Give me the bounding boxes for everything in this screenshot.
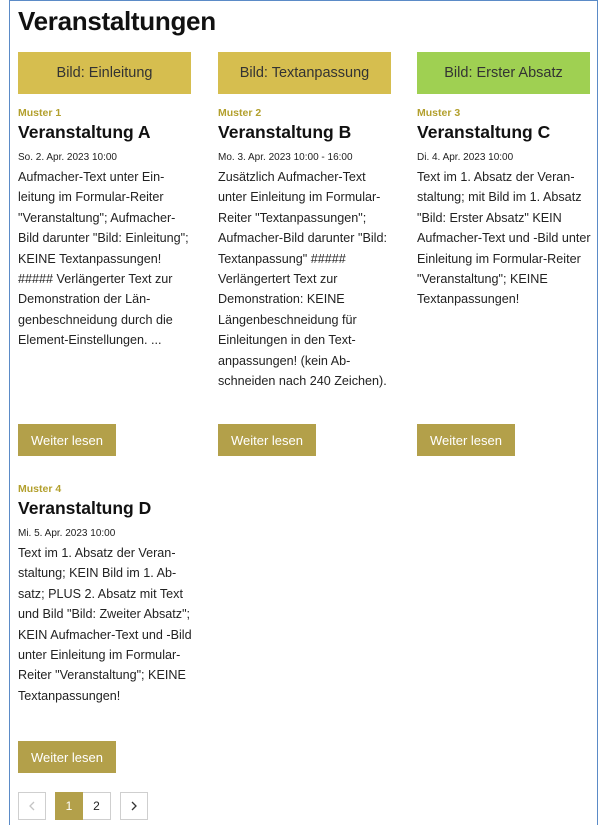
pagination-page-1[interactable]: 1 [55,792,83,820]
pagination-page-2[interactable]: 2 [83,792,111,820]
event-date: So. 2. Apr. 2023 10:00 [18,152,117,163]
read-more-button[interactable]: Weiter lesen [18,741,116,773]
page-title: Veranstaltungen [18,6,216,36]
event-teaser: Zusätzlich Aufmacher-Text unter Einleitu… [218,170,387,389]
event-image-placeholder: Bild: Textanpassung [218,52,391,94]
event-pattern-label: Muster 2 [218,107,262,119]
pagination: 1 2 [18,792,148,820]
event-pattern-label: Muster 1 [18,107,62,119]
pagination-next-button[interactable] [120,792,148,820]
pagination-prev-button[interactable] [18,792,46,820]
event-date: Mo. 3. Apr. 2023 10:00 - 16:00 [218,152,353,163]
read-more-button[interactable]: Weiter lesen [218,424,316,456]
read-more-button[interactable]: Weiter lesen [18,424,116,456]
event-pattern-label: Muster 3 [417,107,461,119]
event-title[interactable]: Veranstaltung A [18,121,196,143]
event-title[interactable]: Veranstaltung C [417,121,595,143]
event-title[interactable]: Veranstaltung D [18,497,196,519]
event-card: Bild: Textanpassung Muster 2 Veranstaltu… [218,52,396,391]
event-teaser: Text im 1. Absatz der Veran­staltung; mi… [417,170,591,307]
chevron-left-icon [29,801,35,811]
event-date: Di. 4. Apr. 2023 10:00 [417,152,514,163]
event-teaser: Aufmacher-Text unter Ein­leitung im Form… [18,170,189,348]
event-card: Bild: Einleitung Muster 1 Veranstaltung … [18,52,196,351]
event-card: Bild: Erster Absatz Muster 3 Veranstaltu… [417,52,595,310]
event-image-placeholder: Bild: Erster Absatz [417,52,590,94]
event-pattern-label: Muster 4 [18,483,62,495]
event-card: Muster 4 Veranstaltung D Mi. 5. Apr. 202… [18,482,196,706]
event-date: Mi. 5. Apr. 2023 10:00 [18,528,116,539]
event-teaser: Text im 1. Absatz der Veran­staltung; KE… [18,546,192,703]
event-image-placeholder: Bild: Einleitung [18,52,191,94]
read-more-button[interactable]: Weiter lesen [417,424,515,456]
chevron-right-icon [131,801,137,811]
event-title[interactable]: Veranstaltung B [218,121,396,143]
